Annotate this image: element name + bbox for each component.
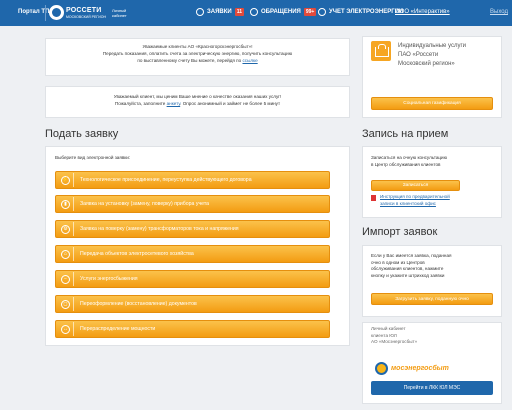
lightning-icon: ⚡ xyxy=(61,175,70,185)
submit-title: Подать заявку xyxy=(45,128,119,140)
shopping-bag-icon xyxy=(371,41,391,61)
button-separator xyxy=(73,272,74,286)
import-line1: Если у Вас имеется заявка, поданная xyxy=(371,253,452,258)
document-icon: ◻ xyxy=(61,299,70,309)
button-separator xyxy=(73,297,74,311)
button-separator xyxy=(73,173,74,187)
notice2-line2-text: Пожалуйста, заполните xyxy=(114,101,166,106)
services-line3: Московский регион» xyxy=(398,61,455,67)
appointment-text: Записаться на очную консультацию в Центр… xyxy=(371,155,447,168)
meter-install-button[interactable]: ▮ Заявка на установку (замену, поверку) … xyxy=(55,195,330,213)
notice1-line3: по выставленному счету Вы можете, перейд… xyxy=(46,57,349,64)
document-reissue-label: Переоформление (восстановление) документ… xyxy=(80,301,197,307)
import-text: Если у Вас имеется заявка, поданная очно… xyxy=(371,253,452,279)
appointment-title: Запись на прием xyxy=(362,128,449,140)
notice-survey: Уважаемый клиент, мы ценим Ваше мнение о… xyxy=(45,86,350,118)
top-header: Портал ТП РОССЕТИ МОСКОВСКИЙ РЕГИОН Личн… xyxy=(0,0,512,26)
grid-transfer-label: Передача объектов электросетевого хозяйс… xyxy=(80,251,194,257)
power-redistribution-button[interactable]: ↔ Перераспределение мощности xyxy=(55,320,330,338)
appeals-icon xyxy=(250,8,258,16)
notice1-line2: Передать показания, оплатить счета за эл… xyxy=(102,51,293,56)
power-redistribution-label: Перераспределение мощности xyxy=(80,326,156,332)
notice-krasnogorsk: Уважаемые клиенты АО «Красногорскэнергос… xyxy=(45,38,350,76)
nav-energy-accounting-label: УЧЕТ ЭЛЕКТРОЭНЕРГИИ xyxy=(329,9,404,15)
notice1-line3-text: по выставленному счету Вы можете, перейд… xyxy=(137,58,242,63)
document-reissue-button[interactable]: ◻ Переоформление (восстановление) докуме… xyxy=(55,295,330,313)
meter-install-label: Заявка на установку (замену, поверку) пр… xyxy=(80,201,210,207)
button-separator xyxy=(73,322,74,336)
instruction-line2[interactable]: записи в клиентский офис xyxy=(380,201,450,208)
appeals-count-badge: 99+ xyxy=(303,8,317,16)
applications-count-badge: 11 xyxy=(234,8,245,16)
header-divider xyxy=(45,5,46,21)
nav-applications[interactable]: ЗАЯВКИ 11 xyxy=(196,8,245,16)
transformer-icon: ⚙ xyxy=(61,224,70,234)
instruction-line1[interactable]: Инструкция по предварительной xyxy=(380,194,450,201)
tech-connection-label: Технологическое присоединение, переуступ… xyxy=(80,177,252,183)
mes-logo-part1: мос xyxy=(391,364,405,372)
mosenergosbyt-logo: мосэнергосбыт xyxy=(375,360,493,376)
brand-subtitle: МОСКОВСКИЙ РЕГИОН xyxy=(66,15,107,19)
energy-services-label: Услуги энергосбыжения xyxy=(80,276,138,282)
appointment-line2: в Центр обслуживания клиентов xyxy=(371,161,441,167)
personal-cabinet-label: Личный кабинет xyxy=(112,8,127,18)
button-separator xyxy=(73,197,74,211)
instruction-link[interactable]: Инструкция по предварительной записи в к… xyxy=(380,194,450,207)
applications-icon xyxy=(196,8,204,16)
redistribution-icon: ↔ xyxy=(61,324,70,334)
organization-link[interactable]: ООО «Интерактив» xyxy=(395,9,450,15)
energy-services-button[interactable]: − Услуги энергосбыжения xyxy=(55,270,330,288)
services-line1: Индивидуальные услуги xyxy=(398,43,467,49)
notice1-line1: Уважаемые клиенты АО «Красногорскэнергос… xyxy=(142,44,253,49)
survey-link[interactable]: анкету xyxy=(167,101,181,106)
import-line4: кнопку и укажите штрихкод заявки xyxy=(371,272,445,278)
exit-link[interactable]: Выход xyxy=(490,9,508,15)
import-line3: обслуживания клиентов, нажмите xyxy=(371,266,444,271)
transformer-check-button[interactable]: ⚙ Заявка на поверку (замену) трансформат… xyxy=(55,220,330,238)
notice1-link[interactable]: ссылке xyxy=(242,58,257,63)
nav-applications-label: ЗАЯВКИ xyxy=(207,9,232,15)
button-separator xyxy=(73,222,74,236)
notice2-line2: Пожалуйста, заполните анкету. Опрос анон… xyxy=(46,100,349,107)
tech-connection-button[interactable]: ⚡ Технологическое присоединение, переуст… xyxy=(55,171,330,189)
services-text: Индивидуальные услуги ПАО «Россети Моско… xyxy=(398,42,466,69)
meter-icon: ▮ xyxy=(61,199,70,209)
notice2-line2-end: . Опрос анонимный и займет не более 5 ми… xyxy=(180,101,281,106)
button-separator xyxy=(73,247,74,261)
mes-logo-part2: энергосбыт xyxy=(404,364,449,372)
grid-transfer-button[interactable]: ⌂ Передача объектов электросетевого хозя… xyxy=(55,245,330,263)
nav-appeals-label: ОБРАЩЕНИЯ xyxy=(261,9,301,15)
book-appointment-button[interactable]: Записаться xyxy=(371,180,460,191)
minus-icon: − xyxy=(61,274,70,284)
rosseti-logo-icon[interactable] xyxy=(49,5,64,20)
services-line2: ПАО «Россети xyxy=(398,52,439,58)
pdf-icon xyxy=(371,195,376,201)
brand-name[interactable]: РОССЕТИ xyxy=(66,7,102,14)
nav-energy-accounting[interactable]: УЧЕТ ЭЛЕКТРОЭНЕРГИИ xyxy=(318,8,403,16)
transformer-check-label: Заявка на поверку (замену) трансформатор… xyxy=(80,226,239,232)
mes-text: Личный кабинет клиента ЮЛ АО «Мосэнергос… xyxy=(371,326,417,346)
social-gasification-button[interactable]: Социальная газификация xyxy=(371,97,493,110)
sun-logo-icon xyxy=(375,361,388,375)
import-title: Импорт заявок xyxy=(362,226,438,238)
mes-logo-text: мосэнергосбыт xyxy=(391,365,449,372)
nav-appeals[interactable]: ОБРАЩЕНИЯ 99+ xyxy=(250,8,317,16)
import-application-button[interactable]: Загрузить заявку, поданную очно xyxy=(371,293,493,305)
energy-accounting-icon xyxy=(318,8,326,16)
go-to-mes-button[interactable]: Перейти в ЛКК ЮЛ МЭС xyxy=(371,381,493,395)
appointment-line1: Записаться на очную консультацию xyxy=(371,155,448,160)
choose-label: Выберите вид электронной заявки: xyxy=(55,155,131,160)
mes-line3: АО «Мосэнергосбыт» xyxy=(371,339,418,344)
notice2-line1: Уважаемый клиент, мы ценим Ваше мнение о… xyxy=(113,94,282,99)
grid-icon: ⌂ xyxy=(61,249,70,259)
